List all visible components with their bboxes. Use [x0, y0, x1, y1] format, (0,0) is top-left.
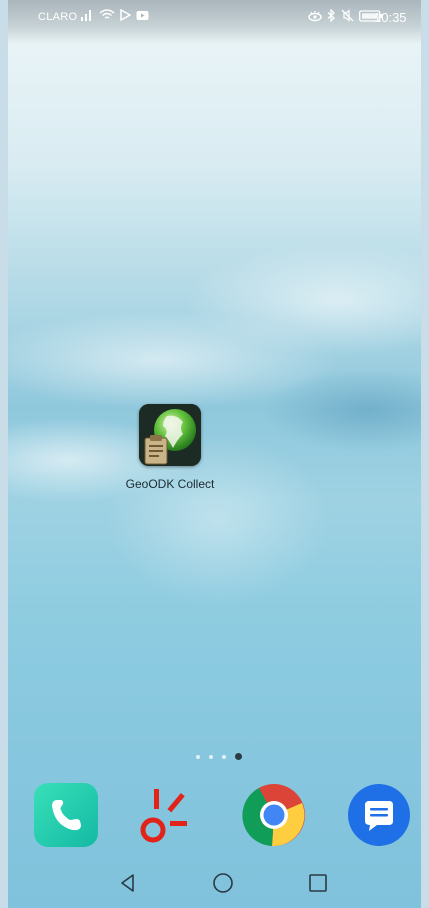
back-button[interactable] [113, 868, 143, 898]
home-button[interactable] [208, 868, 238, 898]
home-icon [213, 873, 233, 893]
status-bar: CLARO 10:35 [8, 0, 421, 44]
youtube-icon [136, 10, 149, 21]
eye-comfort-icon [308, 10, 322, 22]
wallpaper [8, 0, 421, 908]
geoodk-collect-icon [139, 404, 201, 466]
page-dot[interactable] [222, 754, 226, 759]
recents-button[interactable] [303, 868, 333, 898]
bluetooth-icon [327, 9, 336, 22]
red-app-icon[interactable] [135, 783, 199, 847]
messages-icon[interactable] [347, 783, 411, 847]
carrier-label: CLARO [38, 11, 78, 23]
recents-icon [309, 874, 327, 892]
page-dot[interactable] [196, 754, 200, 759]
mute-icon [341, 9, 354, 22]
app-label: GeoODK Collect [125, 477, 215, 491]
play-store-icon [120, 9, 131, 21]
phone-icon[interactable] [34, 783, 98, 847]
page-dot[interactable] [209, 754, 213, 759]
page-dot-current[interactable] [235, 753, 242, 760]
back-icon [121, 874, 134, 892]
clock: 10:35 [374, 10, 407, 25]
app-geoodk-collect[interactable]: GeoODK Collect [126, 404, 214, 491]
page-indicator [196, 753, 242, 760]
chrome-icon[interactable] [242, 783, 306, 847]
wifi-icon [99, 9, 115, 21]
signal-icon [80, 9, 94, 21]
